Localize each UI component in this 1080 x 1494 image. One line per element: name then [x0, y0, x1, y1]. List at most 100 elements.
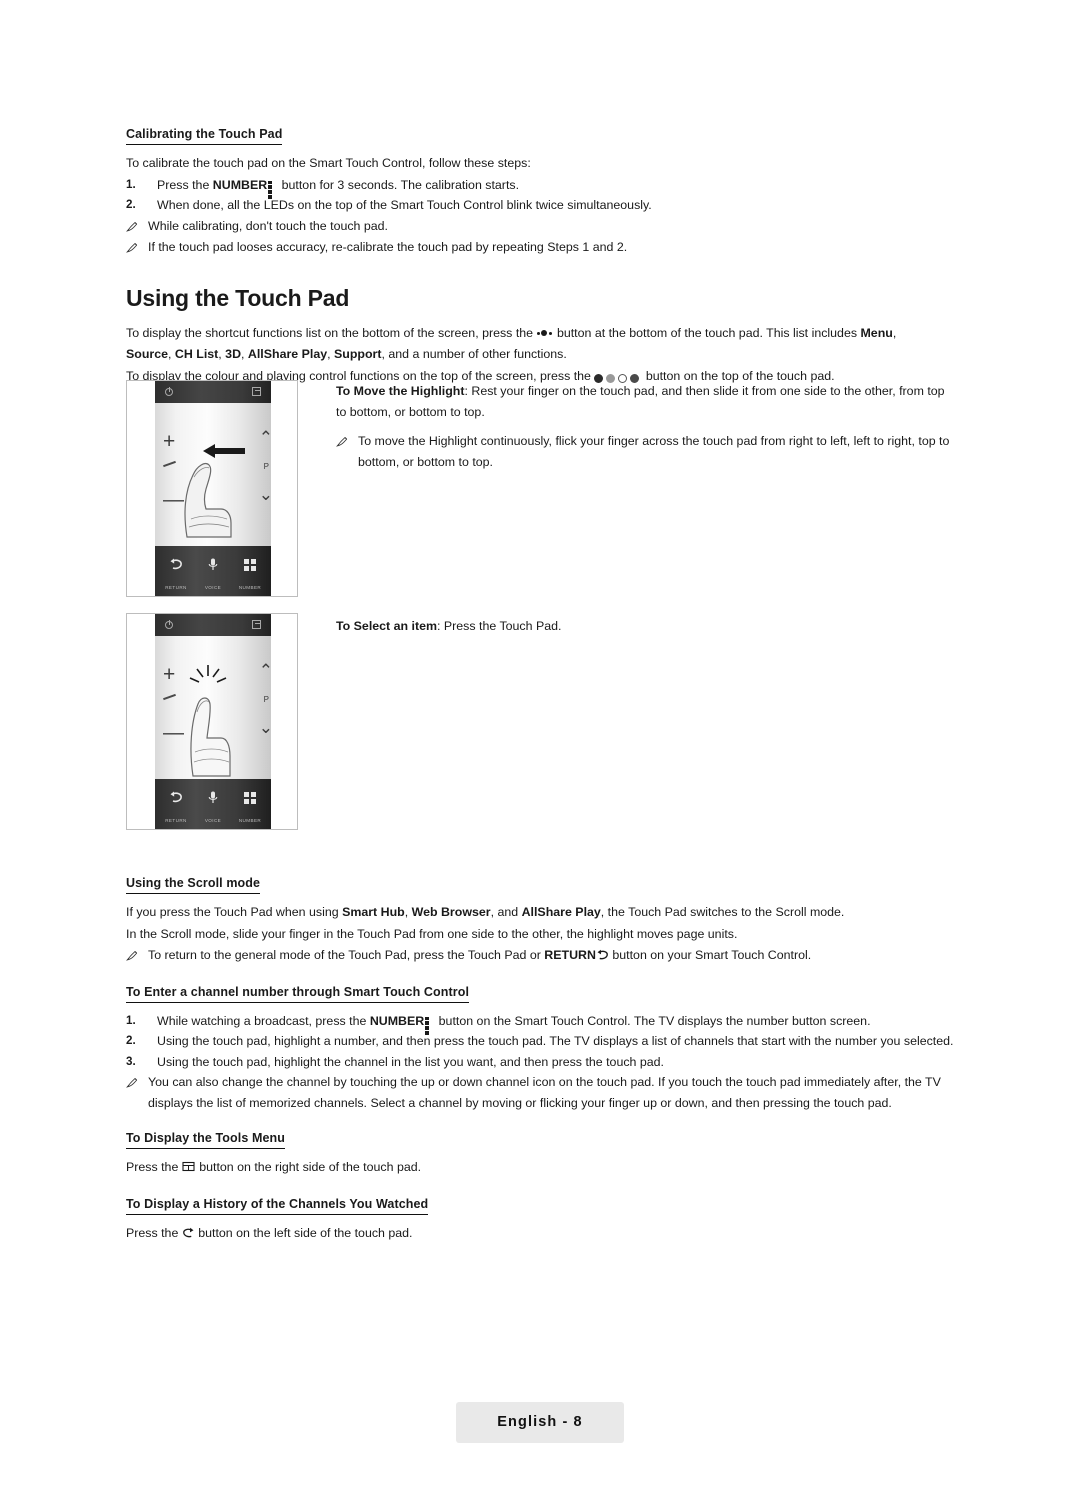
tools-menu-paragraph: Press the button on the right side of th…: [126, 1157, 956, 1178]
tp-item-3d: 3D: [225, 347, 242, 361]
note-text: To move the Highlight continuously, flic…: [358, 434, 950, 469]
microphone-icon: [196, 791, 230, 809]
power-icon: [165, 387, 173, 396]
pencil-icon: [126, 216, 148, 238]
channel-step-1: 1. While watching a broadcast, press the…: [126, 1011, 956, 1035]
hand-illustration: [190, 697, 231, 777]
sep3: ,: [241, 347, 248, 361]
step-text-pre: While watching a broadcast, press the: [157, 1013, 370, 1028]
numpad-icon: [233, 558, 267, 576]
voice-button-label: VOICE: [204, 818, 222, 823]
allshare-play-bold: AllShare Play: [521, 905, 601, 919]
remote-top-bar: [155, 614, 271, 636]
tp-item-allshare: AllShare Play: [247, 347, 328, 361]
step-text-pre: Press the: [157, 177, 213, 192]
note-text: While calibrating, don't touch the touch…: [148, 218, 389, 233]
web-browser-bold: Web Browser: [411, 905, 491, 919]
section-heading-calibrating: Calibrating the Touch Pad: [126, 127, 283, 145]
page-content-lower: Using the Scroll mode If you press the T…: [126, 874, 956, 1244]
numpad-icon: [268, 180, 277, 199]
step-number: 2.: [126, 198, 136, 211]
select-item-block: To Select an item: Press the Touch Pad.: [336, 616, 956, 638]
scroll-note-b: button on your Smart Touch Control.: [608, 948, 812, 962]
section-heading-scroll-mode: Using the Scroll mode: [126, 876, 261, 894]
section-heading-history: To Display a History of the Channels You…: [126, 1197, 429, 1215]
calibrating-note-1: While calibrating, don't touch the touch…: [126, 216, 956, 238]
channel-up-icon: ⌃: [258, 661, 273, 680]
remote-illustration-select-item: + — ⌃ P ⌄ RETURN VOICE NUMBER: [126, 613, 298, 830]
tp-p1-c: ,: [892, 325, 897, 340]
remote-illustration-move-highlight: + — ⌃ P ⌄ RETURN VOICE NUMBER: [126, 380, 298, 597]
step-text: When done, all the LEDs on the top of th…: [157, 198, 652, 212]
step-number: 1.: [126, 177, 136, 191]
history-p-b: button on the left side of the touch pad…: [194, 1225, 413, 1240]
return-arrow-icon: [159, 558, 193, 576]
channel-note: You can also change the channel by touch…: [126, 1072, 956, 1113]
step-text: Press the NUMBER button for 3 seconds. T…: [157, 175, 956, 199]
sep4: ,: [327, 347, 334, 361]
return-arrow-icon: [596, 947, 609, 960]
pencil-icon: [126, 945, 148, 967]
tp-p1-menu: Menu: [860, 325, 893, 340]
step-text: Using the touch pad, highlight a number,…: [157, 1034, 954, 1048]
history-return-icon: [182, 1225, 195, 1237]
calibrating-step-1: 1. Press the NUMBER button for 3 seconds…: [126, 175, 956, 199]
note-text: If the touch pad looses accuracy, re-cal…: [148, 240, 628, 254]
remote-bottom-bar: RETURN VOICE NUMBER: [155, 546, 271, 596]
pencil-icon: [126, 237, 148, 259]
step-text: While watching a broadcast, press the NU…: [157, 1011, 956, 1035]
note-text: To return to the general mode of the Tou…: [148, 945, 956, 967]
step-text-post: button for 3 seconds. The calibration st…: [278, 177, 520, 192]
return-button-label: RETURN: [165, 585, 187, 590]
tp-item-source: Source: [126, 347, 169, 361]
move-highlight-paragraph: To Move the Highlight: Rest your finger …: [336, 381, 956, 422]
scroll-paragraph-2: In the Scroll mode, slide your finger in…: [126, 926, 738, 941]
numpad-icon: [233, 791, 267, 809]
page-title-using-touch-pad: Using the Touch Pad: [126, 284, 350, 311]
volume-up-label: +: [163, 430, 176, 453]
left-arrow-icon: [203, 444, 245, 458]
move-highlight-note: To move the Highlight continuously, flic…: [336, 431, 956, 472]
number-button-label: NUMBER: [238, 585, 262, 590]
step-text-post: button on the Smart Touch Control. The T…: [435, 1013, 871, 1028]
channel-p-label: P: [263, 462, 269, 471]
tools-p-b: button on the right side of the touch pa…: [195, 1160, 422, 1174]
calibrating-step-2: 2. When done, all the LEDs on the top of…: [126, 195, 956, 216]
tp-item-chlist: CH List: [174, 347, 219, 361]
scroll-p1-a: If you press the Touch Pad when using: [126, 905, 343, 919]
tp-item-support: Support: [334, 347, 382, 361]
tp-p1-b: button at the bottom of the touch pad. T…: [553, 325, 861, 340]
scroll-p1-tail: , the Touch Pad switches to the Scroll m…: [600, 905, 845, 919]
page-number-label: English - 8: [497, 1414, 583, 1430]
remote-bottom-bar: RETURN VOICE NUMBER: [155, 779, 271, 829]
return-arrow-icon: [159, 791, 193, 809]
shortcut-button-icon: [536, 329, 554, 338]
remote-top-bar: [155, 381, 271, 403]
pencil-icon: [126, 1072, 148, 1113]
channel-down-icon: ⌄: [258, 718, 273, 737]
power-icon: [165, 620, 173, 629]
step-number: 3.: [126, 1054, 136, 1068]
source-icon: [252, 387, 261, 396]
select-item-text: : Press the Touch Pad.: [437, 619, 562, 633]
channel-up-icon: ⌃: [258, 428, 273, 447]
scroll-note-a: To return to the general mode of the Tou…: [148, 948, 545, 962]
tools-icon: [182, 1159, 196, 1172]
history-paragraph: Press the button on the left side of the…: [126, 1223, 956, 1244]
step-number: 1.: [126, 1013, 136, 1027]
scroll-note: To return to the general mode of the Tou…: [126, 945, 956, 967]
select-item-paragraph: To Select an item: Press the Touch Pad.: [336, 616, 956, 637]
select-item-bold: To Select an item: [336, 619, 437, 633]
channel-step-3: 3. Using the touch pad, highlight the ch…: [126, 1052, 956, 1073]
scroll-paragraph-1: If you press the Touch Pad when using Sm…: [126, 902, 956, 923]
channel-step-2: 2. Using the touch pad, highlight a numb…: [126, 1031, 956, 1052]
tools-p-a: Press the: [126, 1160, 182, 1174]
section-heading-tools-menu: To Display the Tools Menu: [126, 1131, 285, 1149]
microphone-icon: [196, 558, 230, 576]
move-highlight-block: To Move the Highlight: Rest your finger …: [336, 381, 956, 472]
step-text: Using the touch pad, highlight the chann…: [157, 1054, 664, 1069]
sep1: ,: [168, 347, 175, 361]
manual-page: Calibrating the Touch Pad To calibrate t…: [0, 0, 1080, 1494]
page-footer: English - 8: [456, 1402, 624, 1443]
channel-down-icon: ⌄: [258, 485, 273, 504]
